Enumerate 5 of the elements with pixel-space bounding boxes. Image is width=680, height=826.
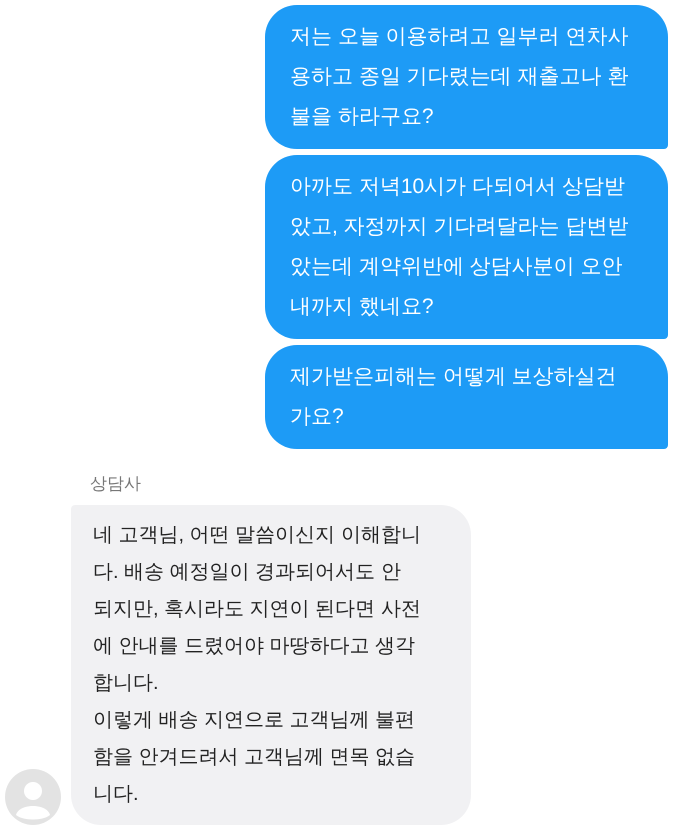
sent-message-bubble: 저는 오늘 이용하려고 일부러 연차사 용하고 종일 기다렸는데 재출고나 환 불을 하라구요? [265,5,668,149]
sender-name: 상담사 [90,473,142,495]
received-message-bubble: 네 고객님, 어떤 말씀이신지 이해합니 다. 배송 예정일이 경과되어서도 안 되지만, 혹시라도 지연이 된다면 사전 에 안내를 드렸어야 마땅하다고 생각 합니다. 이렇게 배송 지연으로 고객님께 불편 함을 안겨드려서 고객님께 면목 없습 니다. [71,504,471,824]
sent-message-bubble: 제가받은피해는 어떻게 보상하실건 가요? [265,345,668,449]
sent-message-bubble: 아까도 저녁10시가 다되어서 상담받 았고, 자정까지 기다려달라는 답변받 았는데 계약위반에 상담사분이 오안 내까지 했네요? [265,155,668,339]
